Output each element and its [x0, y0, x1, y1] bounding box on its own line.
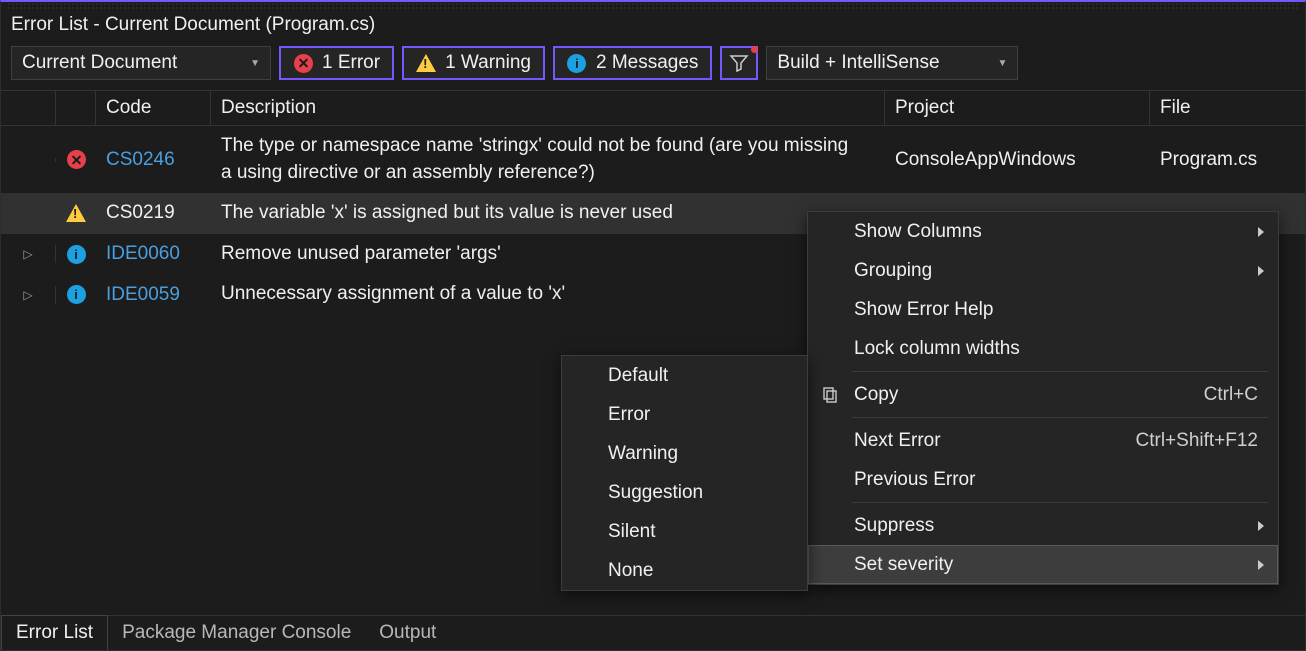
menu-separator — [852, 371, 1268, 372]
description-cell: Unnecessary assignment of a value to 'x' — [211, 279, 885, 310]
scope-label: Current Document — [22, 52, 177, 74]
code-cell[interactable]: IDE0059 — [96, 282, 211, 308]
warning-count-label: 1 Warning — [445, 52, 531, 74]
severity-option-default[interactable]: Default — [562, 356, 807, 395]
menu-set-severity[interactable]: Set severity — [808, 545, 1278, 584]
menu-copy[interactable]: Copy Ctrl+C — [808, 375, 1278, 414]
column-header-description[interactable]: Description — [211, 91, 885, 125]
menu-lock-column-widths[interactable]: Lock column widths — [808, 329, 1278, 368]
severity-submenu: Default Error Warning Suggestion Silent … — [561, 355, 808, 591]
menu-next-error[interactable]: Next Error Ctrl+Shift+F12 — [808, 421, 1278, 460]
context-menu: Show Columns Grouping Show Error Help Lo… — [807, 211, 1279, 585]
panel-title: Error List - Current Document (Program.c… — [1, 12, 1305, 42]
menu-separator — [852, 502, 1268, 503]
severity-option-warning[interactable]: Warning — [562, 434, 807, 473]
table-header: Code Description Project File — [1, 90, 1305, 126]
table-row[interactable]: CS0246The type or namespace name 'string… — [1, 126, 1305, 193]
tab-package-manager-console[interactable]: Package Manager Console — [108, 616, 365, 650]
description-cell: The variable 'x' is assigned but its val… — [211, 198, 885, 229]
scope-dropdown[interactable]: Current Document ▼ — [11, 46, 271, 80]
severity-option-none[interactable]: None — [562, 551, 807, 590]
warning-filter-button[interactable]: 1 Warning — [402, 46, 545, 80]
column-header-severity[interactable] — [56, 91, 96, 125]
expand-toggle — [1, 158, 56, 162]
severity-option-error[interactable]: Error — [562, 395, 807, 434]
chevron-down-icon: ▼ — [998, 58, 1008, 69]
code-cell[interactable]: IDE0060 — [96, 241, 211, 267]
warning-icon — [66, 204, 86, 222]
error-filter-button[interactable]: 1 Error — [279, 46, 394, 80]
tab-output[interactable]: Output — [365, 616, 450, 650]
menu-separator — [852, 417, 1268, 418]
code-cell: CS0219 — [96, 200, 211, 226]
code-cell[interactable]: CS0246 — [96, 147, 211, 173]
file-cell: Program.cs — [1150, 147, 1305, 173]
menu-previous-error[interactable]: Previous Error — [808, 460, 1278, 499]
severity-option-silent[interactable]: Silent — [562, 512, 807, 551]
column-header-code[interactable]: Code — [96, 91, 211, 125]
expand-toggle[interactable]: ▷ — [1, 245, 56, 263]
warning-icon — [416, 54, 436, 72]
next-error-shortcut: Ctrl+Shift+F12 — [1136, 430, 1259, 452]
info-icon: i — [67, 285, 86, 304]
description-cell: Remove unused parameter 'args' — [211, 239, 885, 270]
description-cell: The type or namespace name 'stringx' cou… — [211, 131, 885, 188]
menu-show-columns[interactable]: Show Columns — [808, 212, 1278, 251]
info-icon: i — [67, 245, 86, 264]
chevron-down-icon: ▼ — [250, 58, 260, 69]
error-icon — [67, 150, 86, 169]
submenu-arrow-icon — [1258, 227, 1264, 237]
column-header-file[interactable]: File — [1150, 91, 1305, 125]
info-icon: i — [567, 54, 586, 73]
copy-shortcut: Ctrl+C — [1204, 384, 1258, 406]
severity-option-suggestion[interactable]: Suggestion — [562, 473, 807, 512]
grip-strip[interactable] — [7, 2, 1299, 10]
expand-arrow-icon: ▷ — [23, 247, 32, 261]
error-icon — [294, 54, 313, 73]
filter-active-dot — [751, 46, 758, 53]
build-filter-label: Build + IntelliSense — [777, 52, 939, 74]
message-count-label: 2 Messages — [596, 52, 698, 74]
message-filter-button[interactable]: i 2 Messages — [553, 46, 712, 80]
tab-error-list[interactable]: Error List — [1, 615, 108, 650]
error-count-label: 1 Error — [322, 52, 380, 74]
submenu-arrow-icon — [1258, 560, 1264, 570]
funnel-icon — [729, 53, 749, 73]
menu-show-error-help[interactable]: Show Error Help — [808, 290, 1278, 329]
menu-suppress[interactable]: Suppress — [808, 506, 1278, 545]
bottom-tab-strip: Error List Package Manager Console Outpu… — [1, 615, 1305, 650]
expand-arrow-icon: ▷ — [23, 288, 32, 302]
severity-cell — [56, 204, 96, 222]
expand-toggle[interactable]: ▷ — [1, 286, 56, 304]
submenu-arrow-icon — [1258, 521, 1264, 531]
toolbar: Current Document ▼ 1 Error 1 Warning i 2… — [1, 42, 1305, 90]
severity-cell: i — [56, 285, 96, 304]
column-header-expand[interactable] — [1, 91, 56, 125]
severity-cell: i — [56, 245, 96, 264]
copy-icon — [820, 385, 840, 405]
severity-cell — [56, 150, 96, 169]
filter-funnel-button[interactable] — [720, 46, 758, 80]
build-filter-dropdown[interactable]: Build + IntelliSense ▼ — [766, 46, 1018, 80]
project-cell: ConsoleAppWindows — [885, 147, 1150, 173]
submenu-arrow-icon — [1258, 266, 1264, 276]
expand-toggle — [1, 211, 56, 215]
menu-grouping[interactable]: Grouping — [808, 251, 1278, 290]
column-header-project[interactable]: Project — [885, 91, 1150, 125]
